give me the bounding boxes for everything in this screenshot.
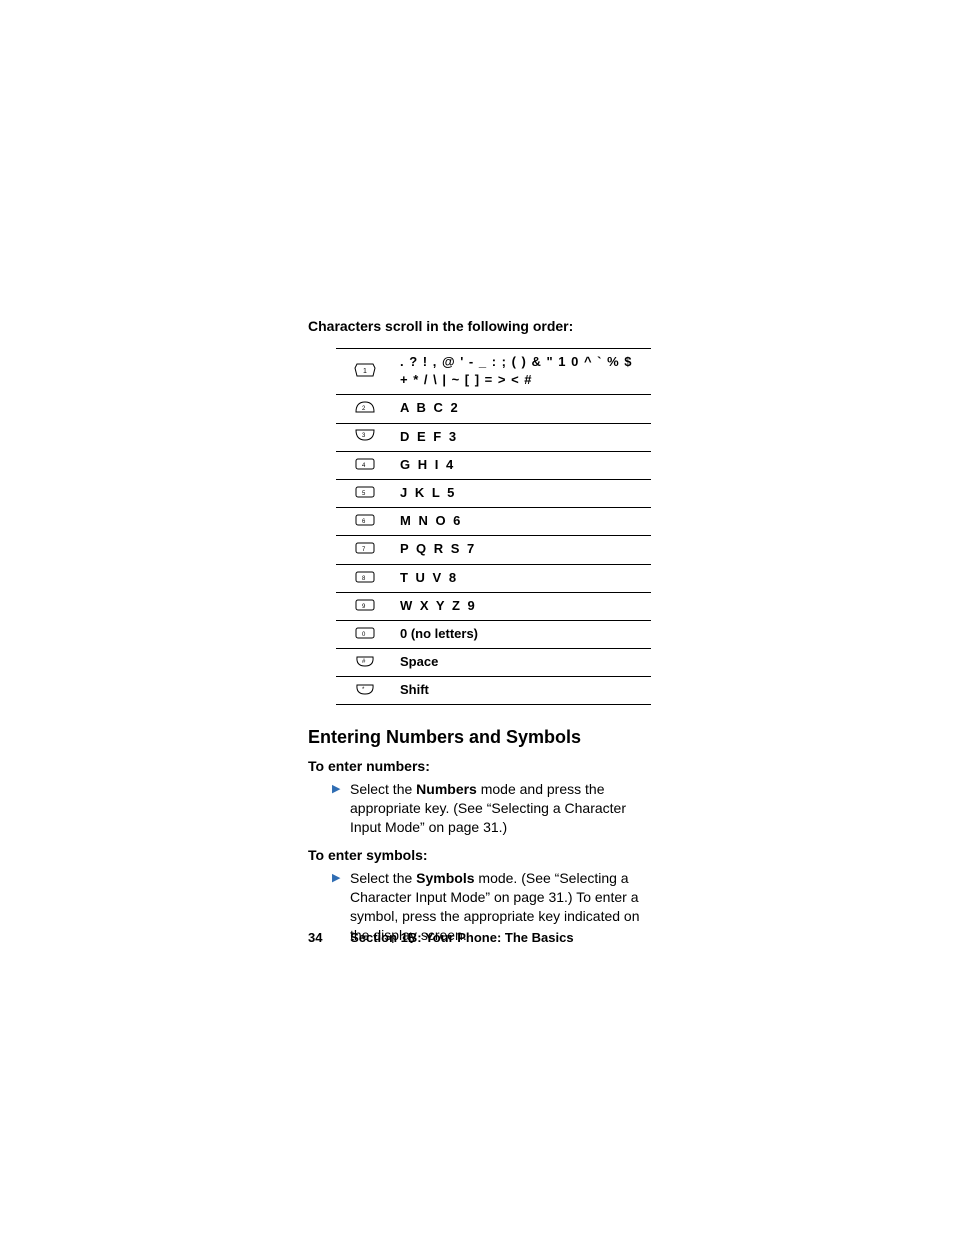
symbols-subhead: To enter symbols: (308, 847, 646, 863)
key-cell: 6 (336, 508, 394, 536)
svg-text:9: 9 (362, 604, 366, 610)
svg-text:3: 3 (362, 433, 366, 439)
table-row: 0 0 (no letters) (336, 620, 651, 648)
svg-text:0: 0 (362, 632, 366, 638)
svg-text:4: 4 (362, 463, 366, 469)
table-row: 7 P Q R S 7 (336, 536, 651, 564)
numbers-bullet-text: Select the Numbers mode and press the ap… (350, 780, 646, 837)
table-row: * Shift (336, 677, 651, 705)
key-4-icon: 4 (355, 458, 375, 473)
intro-text: Characters scroll in the following order… (308, 318, 646, 334)
key-cell: 2 (336, 395, 394, 423)
svg-text:5: 5 (362, 491, 366, 497)
key-cell: 9 (336, 592, 394, 620)
key-6-icon: 6 (355, 514, 375, 529)
character-order-table: 1 . ? ! , @ ' - _ : ; ( ) & " 1 0 ^ ` % … (336, 348, 651, 705)
key-9-icon: 9 (355, 599, 375, 614)
char-cell: P Q R S 7 (394, 536, 651, 564)
numbers-bullet: ▶ Select the Numbers mode and press the … (332, 780, 646, 837)
svg-text:*: * (362, 687, 365, 693)
key-cell: * (336, 677, 394, 705)
table-row: 8 T U V 8 (336, 564, 651, 592)
text-pre: Select the (350, 870, 416, 886)
char-cell: Shift (394, 677, 651, 705)
svg-text:8: 8 (362, 576, 366, 582)
key-cell: 7 (336, 536, 394, 564)
key-7-icon: 7 (355, 542, 375, 557)
char-cell: T U V 8 (394, 564, 651, 592)
char-cell: M N O 6 (394, 508, 651, 536)
char-cell: A B C 2 (394, 395, 651, 423)
key-2-icon: 2 (354, 400, 376, 417)
table-row: 1 . ? ! , @ ' - _ : ; ( ) & " 1 0 ^ ` % … (336, 349, 651, 395)
char-cell: W X Y Z 9 (394, 592, 651, 620)
text-pre: Select the (350, 781, 416, 797)
char-cell: 0 (no letters) (394, 620, 651, 648)
key-cell: 5 (336, 479, 394, 507)
key-8-icon: 8 (355, 571, 375, 586)
key-cell: 4 (336, 451, 394, 479)
key-cell: # (336, 649, 394, 677)
bullet-arrow-icon: ▶ (332, 780, 350, 837)
section-heading: Entering Numbers and Symbols (308, 727, 646, 748)
char-cell: Space (394, 649, 651, 677)
svg-text:#: # (362, 659, 366, 665)
text-bold: Numbers (416, 781, 477, 797)
page-footer: 34 Section 1B: Your Phone: The Basics (308, 930, 574, 945)
key-5-icon: 5 (355, 486, 375, 501)
table-row: 3 D E F 3 (336, 423, 651, 451)
key-3-icon: 3 (354, 428, 376, 445)
key-cell: 8 (336, 564, 394, 592)
footer-section: Section 1B: Your Phone: The Basics (350, 930, 573, 945)
key-0-icon: 0 (355, 627, 375, 642)
key-1-icon: 1 (354, 363, 376, 380)
table-row: 2 A B C 2 (336, 395, 651, 423)
numbers-subhead: To enter numbers: (308, 758, 646, 774)
svg-text:7: 7 (362, 547, 366, 553)
key-cell: 1 (336, 349, 394, 395)
char-cell: . ? ! , @ ' - _ : ; ( ) & " 1 0 ^ ` % $ … (394, 349, 651, 395)
char-cell: D E F 3 (394, 423, 651, 451)
table-row: 4 G H I 4 (336, 451, 651, 479)
table-row: # Space (336, 649, 651, 677)
page-number: 34 (308, 930, 322, 945)
key-cell: 3 (336, 423, 394, 451)
svg-text:1: 1 (363, 368, 367, 375)
key-shift-icon: * (355, 683, 375, 698)
table-row: 5 J K L 5 (336, 479, 651, 507)
char-cell: J K L 5 (394, 479, 651, 507)
page-content: Characters scroll in the following order… (0, 0, 954, 1235)
table-row: 9 W X Y Z 9 (336, 592, 651, 620)
table-row: 6 M N O 6 (336, 508, 651, 536)
char-cell: G H I 4 (394, 451, 651, 479)
svg-text:2: 2 (362, 406, 366, 412)
text-bold: Symbols (416, 870, 474, 886)
svg-text:6: 6 (362, 519, 366, 525)
key-space-icon: # (355, 655, 375, 670)
key-cell: 0 (336, 620, 394, 648)
